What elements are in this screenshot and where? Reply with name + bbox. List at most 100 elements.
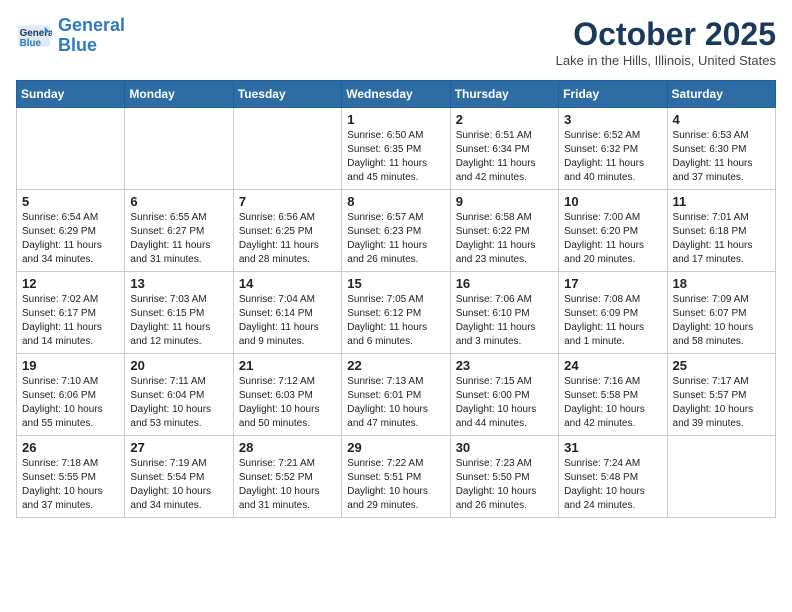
calendar-cell: 24 Sunrise: 7:16 AMSunset: 5:58 PMDayligh… [559,354,667,436]
calendar-cell: 10 Sunrise: 7:00 AMSunset: 6:20 PMDayligh… [559,190,667,272]
calendar-cell [233,108,341,190]
day-info: Sunrise: 6:56 AMSunset: 6:25 PMDaylight:… [239,211,336,267]
calendar-cell: 23 Sunrise: 7:15 AMSunset: 6:00 PMDayligh… [450,354,558,436]
day-number: 4 [673,112,770,127]
day-number: 8 [347,194,444,209]
day-info: Sunrise: 7:23 AMSunset: 5:50 PMDaylight:… [456,457,553,513]
day-info: Sunrise: 6:50 AMSunset: 6:35 PMDaylight:… [347,129,444,185]
calendar-cell: 26 Sunrise: 7:18 AMSunset: 5:55 PMDayligh… [17,436,125,518]
weekday-header: Wednesday [342,81,450,108]
weekday-header: Thursday [450,81,558,108]
day-number: 5 [22,194,119,209]
day-number: 6 [130,194,227,209]
calendar-cell: 8Sunrise: 6:57 AMSunset: 6:23 PMDaylight… [342,190,450,272]
logo: General Blue GeneralBlue [16,16,125,56]
day-number: 7 [239,194,336,209]
day-info: Sunrise: 6:55 AMSunset: 6:27 PMDaylight:… [130,211,227,267]
calendar-cell: 3 Sunrise: 6:52 AMSunset: 6:32 PMDaylight… [559,108,667,190]
day-number: 16 [456,276,553,291]
day-number: 9 [456,194,553,209]
calendar-cell: 18 Sunrise: 7:09 AMSunset: 6:07 PMDayligh… [667,272,775,354]
calendar-cell: 28 Sunrise: 7:21 AMSunset: 5:52 PMDayligh… [233,436,341,518]
calendar-cell: 17Sunrise: 7:08 AMSunset: 6:09 PMDayligh… [559,272,667,354]
day-info: Sunrise: 7:13 AMSunset: 6:01 PMDaylight:… [347,375,444,431]
day-info: Sunrise: 7:19 AMSunset: 5:54 PMDaylight:… [130,457,227,513]
day-info: Sunrise: 7:00 AMSunset: 6:20 PMDaylight:… [564,211,661,267]
day-number: 11 [673,194,770,209]
day-info: Sunrise: 7:01 AMSunset: 6:18 PMDaylight:… [673,211,770,267]
day-number: 13 [130,276,227,291]
calendar-cell: 15 Sunrise: 7:05 AMSunset: 6:12 PMDayligh… [342,272,450,354]
calendar-cell: 4 Sunrise: 6:53 AMSunset: 6:30 PMDaylight… [667,108,775,190]
svg-text:Blue: Blue [20,38,42,49]
weekday-header: Saturday [667,81,775,108]
day-number: 2 [456,112,553,127]
calendar-cell: 7 Sunrise: 6:56 AMSunset: 6:25 PMDaylight… [233,190,341,272]
calendar-cell [125,108,233,190]
day-number: 15 [347,276,444,291]
day-number: 30 [456,440,553,455]
day-number: 21 [239,358,336,373]
day-info: Sunrise: 7:02 AMSunset: 6:17 PMDaylight:… [22,293,119,349]
day-info: Sunrise: 7:09 AMSunset: 6:07 PMDaylight:… [673,293,770,349]
day-number: 22 [347,358,444,373]
calendar-cell: 13 Sunrise: 7:03 AMSunset: 6:15 PMDayligh… [125,272,233,354]
calendar: SundayMondayTuesdayWednesdayThursdayFrid… [16,80,776,518]
month-title: October 2025 [556,16,776,53]
week-row: 19 Sunrise: 7:10 AMSunset: 6:06 PMDayligh… [17,354,776,436]
day-number: 24 [564,358,661,373]
day-number: 26 [22,440,119,455]
day-number: 31 [564,440,661,455]
logo-text: GeneralBlue [58,16,125,56]
calendar-cell [17,108,125,190]
day-info: Sunrise: 7:21 AMSunset: 5:52 PMDaylight:… [239,457,336,513]
day-info: Sunrise: 7:10 AMSunset: 6:06 PMDaylight:… [22,375,119,431]
day-info: Sunrise: 7:15 AMSunset: 6:00 PMDaylight:… [456,375,553,431]
week-row: 1Sunrise: 6:50 AMSunset: 6:35 PMDaylight… [17,108,776,190]
calendar-cell: 25Sunrise: 7:17 AMSunset: 5:57 PMDayligh… [667,354,775,436]
calendar-cell: 1Sunrise: 6:50 AMSunset: 6:35 PMDaylight… [342,108,450,190]
day-number: 3 [564,112,661,127]
calendar-cell: 27Sunrise: 7:19 AMSunset: 5:54 PMDayligh… [125,436,233,518]
day-info: Sunrise: 7:22 AMSunset: 5:51 PMDaylight:… [347,457,444,513]
day-number: 29 [347,440,444,455]
day-info: Sunrise: 7:18 AMSunset: 5:55 PMDaylight:… [22,457,119,513]
weekday-header: Monday [125,81,233,108]
calendar-cell: 19 Sunrise: 7:10 AMSunset: 6:06 PMDayligh… [17,354,125,436]
logo-icon: General Blue [16,18,52,54]
calendar-cell: 14Sunrise: 7:04 AMSunset: 6:14 PMDayligh… [233,272,341,354]
day-info: Sunrise: 7:05 AMSunset: 6:12 PMDaylight:… [347,293,444,349]
calendar-cell: 22 Sunrise: 7:13 AMSunset: 6:01 PMDayligh… [342,354,450,436]
page-header: General Blue GeneralBlue October 2025 La… [16,16,776,68]
day-number: 12 [22,276,119,291]
day-info: Sunrise: 7:16 AMSunset: 5:58 PMDaylight:… [564,375,661,431]
calendar-cell: 11 Sunrise: 7:01 AMSunset: 6:18 PMDayligh… [667,190,775,272]
week-row: 26 Sunrise: 7:18 AMSunset: 5:55 PMDayligh… [17,436,776,518]
day-number: 18 [673,276,770,291]
calendar-cell: 29 Sunrise: 7:22 AMSunset: 5:51 PMDayligh… [342,436,450,518]
title-area: October 2025 Lake in the Hills, Illinois… [556,16,776,68]
day-info: Sunrise: 7:24 AMSunset: 5:48 PMDaylight:… [564,457,661,513]
calendar-cell: 16Sunrise: 7:06 AMSunset: 6:10 PMDayligh… [450,272,558,354]
day-info: Sunrise: 7:03 AMSunset: 6:15 PMDaylight:… [130,293,227,349]
day-number: 25 [673,358,770,373]
week-row: 5Sunrise: 6:54 AMSunset: 6:29 PMDaylight… [17,190,776,272]
calendar-cell [667,436,775,518]
day-info: Sunrise: 6:53 AMSunset: 6:30 PMDaylight:… [673,129,770,185]
calendar-cell: 30 Sunrise: 7:23 AMSunset: 5:50 PMDayligh… [450,436,558,518]
location: Lake in the Hills, Illinois, United Stat… [556,53,776,68]
day-number: 28 [239,440,336,455]
day-number: 23 [456,358,553,373]
day-info: Sunrise: 6:52 AMSunset: 6:32 PMDaylight:… [564,129,661,185]
day-number: 20 [130,358,227,373]
day-info: Sunrise: 7:12 AMSunset: 6:03 PMDaylight:… [239,375,336,431]
day-number: 10 [564,194,661,209]
day-info: Sunrise: 6:51 AMSunset: 6:34 PMDaylight:… [456,129,553,185]
day-number: 19 [22,358,119,373]
calendar-cell: 12 Sunrise: 7:02 AMSunset: 6:17 PMDayligh… [17,272,125,354]
weekday-header: Tuesday [233,81,341,108]
day-info: Sunrise: 6:58 AMSunset: 6:22 PMDaylight:… [456,211,553,267]
calendar-cell: 5Sunrise: 6:54 AMSunset: 6:29 PMDaylight… [17,190,125,272]
day-info: Sunrise: 7:04 AMSunset: 6:14 PMDaylight:… [239,293,336,349]
day-number: 17 [564,276,661,291]
